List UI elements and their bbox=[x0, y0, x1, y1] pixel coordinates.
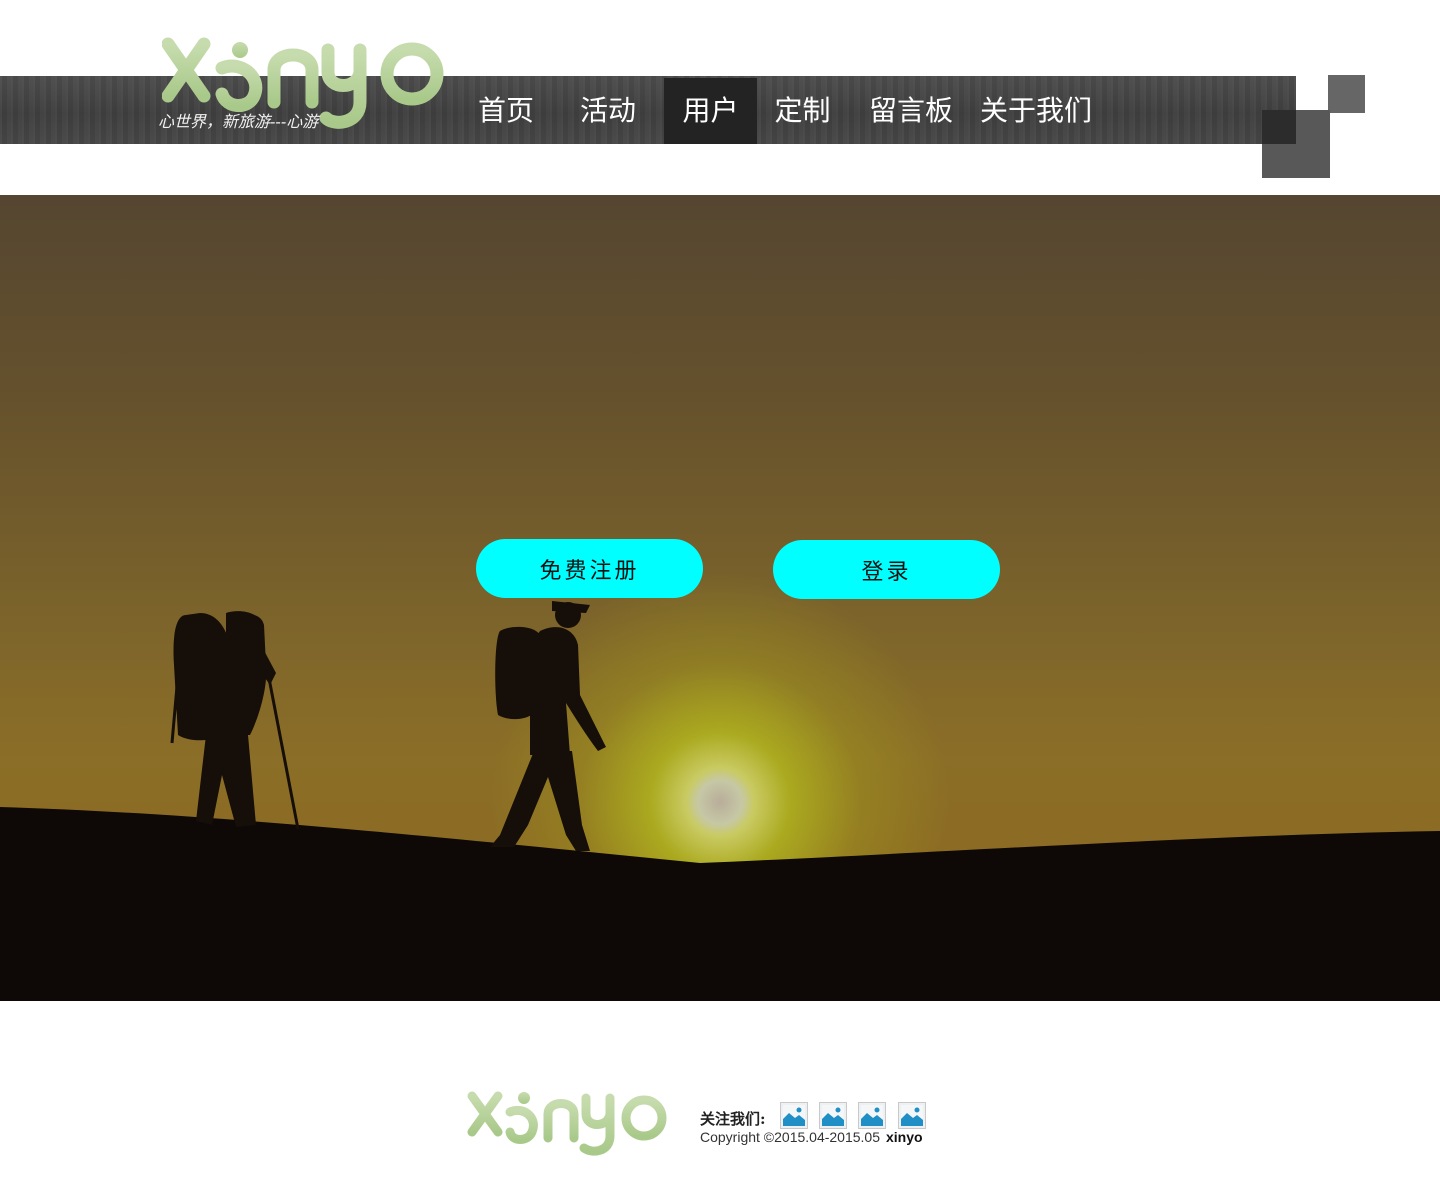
social-image-icon[interactable] bbox=[858, 1102, 886, 1129]
social-image-icon[interactable] bbox=[898, 1102, 926, 1129]
follow-us-label: 关注我们: bbox=[700, 1110, 766, 1128]
nav-item-about-us[interactable]: 关于我们 bbox=[974, 78, 1098, 144]
nav-item-custom[interactable]: 定制 bbox=[757, 78, 848, 144]
hero-image bbox=[0, 601, 1440, 1001]
social-image-icon[interactable] bbox=[780, 1102, 808, 1129]
social-image-icon[interactable] bbox=[819, 1102, 847, 1129]
hero-banner: 免费注册 登录 bbox=[0, 195, 1440, 1001]
copyright: Copyright ©2015.04-2015.05 xinyo bbox=[700, 1129, 923, 1145]
nav-item-activities[interactable]: 活动 bbox=[552, 78, 664, 144]
register-button[interactable]: 免费注册 bbox=[476, 539, 703, 598]
nav-item-home[interactable]: 首页 bbox=[460, 78, 552, 144]
decor-square bbox=[1328, 75, 1365, 113]
footer-logo[interactable] bbox=[466, 1080, 676, 1160]
copyright-text: Copyright ©2015.04-2015.05 bbox=[700, 1129, 880, 1145]
footer-brand: xinyo bbox=[886, 1129, 923, 1145]
decor-square bbox=[1262, 110, 1296, 144]
login-button[interactable]: 登录 bbox=[773, 540, 1000, 599]
nav-item-users[interactable]: 用户 bbox=[664, 78, 757, 144]
slogan: 心世界，新旅游---心游 bbox=[158, 112, 319, 131]
nav-item-message-board[interactable]: 留言板 bbox=[848, 78, 974, 144]
main-nav: 首页 活动 用户 定制 留言板 关于我们 bbox=[460, 78, 1098, 144]
